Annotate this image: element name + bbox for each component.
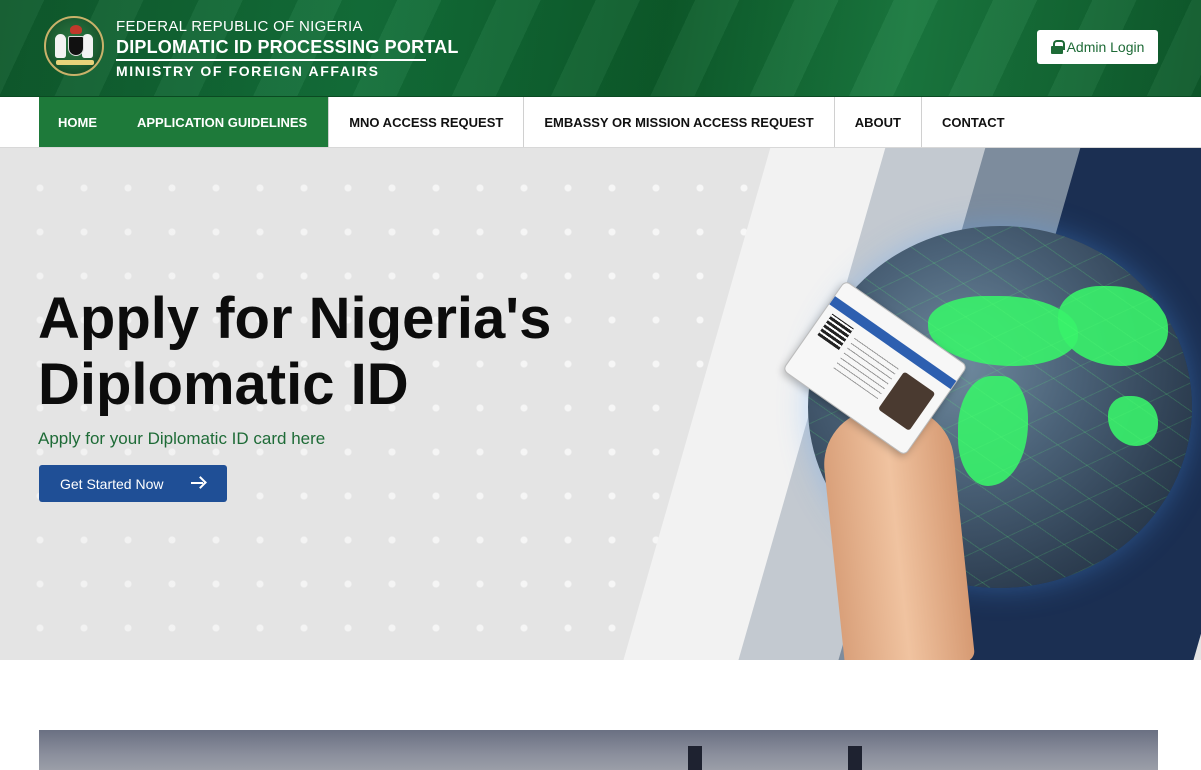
brand-line-country: FEDERAL REPUBLIC OF NIGERIA	[116, 18, 363, 35]
get-started-button[interactable]: Get Started Now	[39, 465, 227, 502]
nav-item-embassy-access-request[interactable]: EMBASSY OR MISSION ACCESS REQUEST	[524, 97, 835, 147]
coat-of-arms-logo	[44, 16, 104, 76]
lock-icon	[1050, 40, 1065, 54]
main-nav: HOME APPLICATION GUIDELINES MNO ACCESS R…	[0, 97, 1201, 148]
hero-subtitle: Apply for your Diplomatic ID card here	[38, 429, 326, 448]
nav-item-mno-access-request[interactable]: MNO ACCESS REQUEST	[329, 97, 525, 147]
get-started-label: Get Started Now	[60, 475, 164, 492]
admin-login-button[interactable]: Admin Login	[1037, 30, 1158, 64]
admin-login-label: Admin Login	[1066, 39, 1145, 55]
brand-line-portal: DIPLOMATIC ID PROCESSING PORTAL	[116, 37, 459, 57]
nav-item-contact[interactable]: CONTACT	[922, 97, 1025, 147]
hero-title: Apply for Nigeria's Diplomatic ID	[38, 286, 552, 417]
arrow-right-icon	[191, 476, 205, 490]
section-image	[39, 730, 1158, 770]
site-brand: FEDERAL REPUBLIC OF NIGERIA DIPLOMATIC I…	[116, 18, 459, 80]
brand-divider	[116, 59, 426, 61]
brand-line-ministry: MINISTRY OF FOREIGN AFFAIRS	[116, 63, 380, 79]
nav-item-home[interactable]: HOME	[39, 97, 116, 147]
site-header: FEDERAL REPUBLIC OF NIGERIA DIPLOMATIC I…	[0, 0, 1201, 97]
nav-item-about[interactable]: ABOUT	[835, 97, 922, 147]
nav-item-application-guidelines[interactable]: APPLICATION GUIDELINES	[116, 97, 330, 147]
hero-banner: Apply for Nigeria's Diplomatic ID Apply …	[0, 148, 1201, 660]
